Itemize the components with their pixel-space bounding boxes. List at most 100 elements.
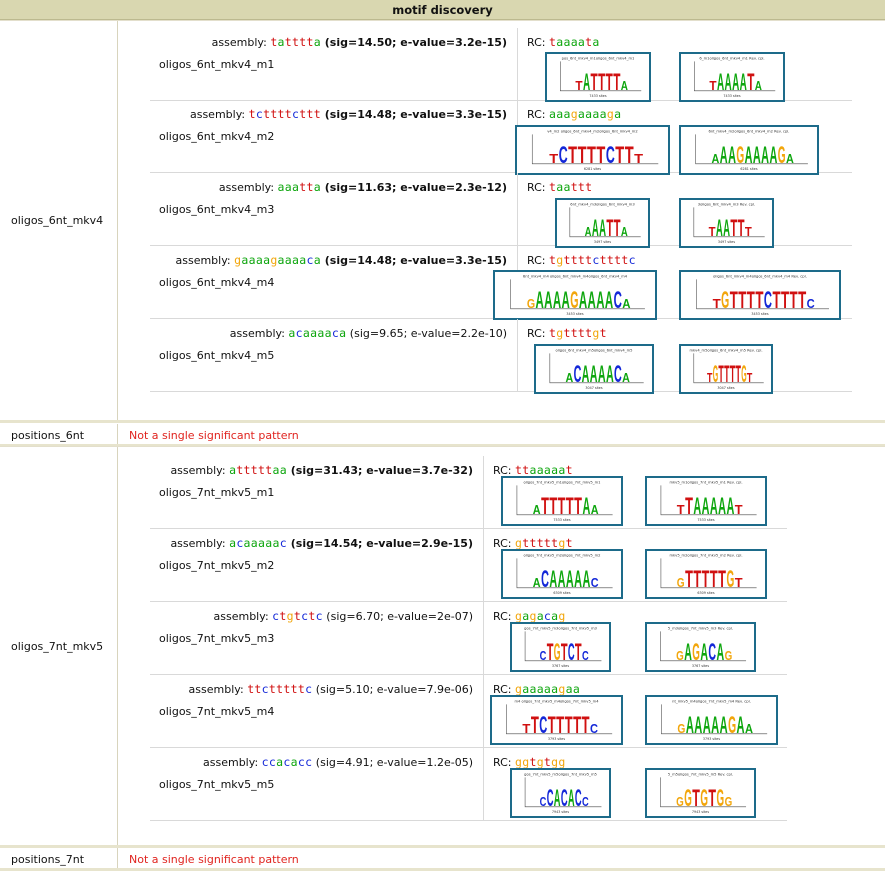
reverse-complement-line: RC: ttaaaaat — [493, 463, 573, 477]
no-pattern-message: Not a single significant pattern — [129, 853, 299, 866]
logo-letter-t: T — [575, 78, 582, 93]
rc-label: RC: — [527, 327, 549, 340]
logo-letter-t: T — [747, 69, 754, 96]
nucleotide-a: a — [279, 463, 287, 477]
logo-letter-t: T — [549, 151, 558, 166]
logo-title: 6nt_mkv4_m4 oligos_6nt_mkv4_m4oligos_6nt… — [523, 275, 628, 279]
logo-title: nt_mkv5_m4oligos_7nt_mkv5_m4 Rev. cpl. — [672, 700, 751, 704]
rc-sequence: gaaaaagaa — [515, 682, 580, 696]
rc-motif-logo[interactable]: 3oligos_6nt_mkv4_m3 Rev. cpl. T A A T T T 3497 … — [679, 198, 774, 248]
nucleotide-a: a — [241, 253, 249, 267]
reverse-complement-line: RC: aaagaaaaga — [527, 107, 621, 121]
logo-letter-t: T — [547, 639, 554, 666]
assembly-sequence: tatttta — [270, 35, 321, 49]
logo-letter-t: T — [707, 370, 713, 385]
motif-logo[interactable]: oligos_7nt_mkv5_m1oligos_7nt_mkv5_m1 A T T T… — [501, 476, 623, 526]
rc-motif-logo[interactable]: mkv5_m2oligos_7nt_mkv5_m2 Rev. cpl. G T T T T… — [645, 549, 767, 599]
rc-motif-logo[interactable]: 5_m3oligos_7nt_mkv5_m3 Rev. cpl. G A G A C A G 3… — [645, 622, 756, 672]
rc-sequence: tgttttcttttc — [549, 253, 636, 267]
logo-letter-t: T — [738, 215, 745, 242]
logo-sites: 3767 sites — [552, 664, 569, 668]
motif-logo[interactable]: oligos_6nt_mkv4_m5oligos_6nt_mkv4_m5 A C A A… — [534, 344, 654, 394]
reverse-complement-line: RC: gtttttgt — [493, 536, 573, 550]
rc-motif-logo[interactable]: mkv4_m5oligos_6nt_mkv4_m5 Rev. cpl. T G T T T… — [679, 344, 773, 394]
rc-motif-logo[interactable]: 5_m5oligos_7nt_mkv5_m5 Rev. cpl. G G T G T G G 7… — [645, 768, 756, 818]
logo-letter-a: A — [710, 493, 718, 520]
logo-letter-a: A — [590, 361, 598, 388]
nucleotide-c: c — [261, 755, 269, 769]
rc-motif-logo[interactable]: nt_mkv5_m4oligos_7nt_mkv5_m4 Rev. cpl. G A… — [645, 695, 778, 745]
rc-motif-logo[interactable]: oligos_6nt_mkv4_m4oligos_6nt_mkv4_m4 Rev… — [679, 270, 841, 320]
motif-logo[interactable]: pos_6nt_mkv4_m1oligos_6nt_mkv4_m1 T A T T T T A… — [545, 52, 651, 102]
assembly-label: assembly: — [175, 254, 235, 267]
logo-letter-a: A — [533, 502, 541, 517]
motif-logo[interactable]: v4_m2 oligos_6nt_mkv4_m2oligos_6nt_mkv4_… — [515, 125, 670, 175]
assembly-line: assembly: ctgtctc (sig=6.70; e-value=2e-… — [214, 609, 473, 623]
logo-letter-a: A — [755, 78, 762, 93]
logo-letter-a: A — [694, 712, 702, 739]
logo-letter-a: A — [726, 493, 734, 520]
motif-logo[interactable]: 6nt_mkv4_m4 oligos_6nt_mkv4_m4oligos_6nt… — [493, 270, 657, 320]
logo-letter-c: C — [540, 648, 547, 663]
assembly-sequence: gaaaagaaaaca — [234, 253, 321, 267]
logo-letter-a: A — [712, 151, 720, 166]
logo-sites: 6281 sites — [740, 167, 757, 171]
nucleotide-t: t — [313, 107, 321, 121]
logo-letter-c: C — [614, 287, 622, 314]
logo-letter-a: A — [622, 296, 630, 311]
logo-letter-t: T — [718, 361, 724, 388]
logo-letter-c: C — [575, 785, 582, 812]
logo-letter-c: C — [582, 648, 589, 663]
logo-title: v4_m2 oligos_6nt_mkv4_m2oligos_6nt_mkv4_… — [547, 130, 637, 134]
nucleotide-t: t — [536, 536, 544, 550]
logo-letter-t: T — [708, 785, 716, 812]
nucleotide-t: t — [599, 326, 607, 340]
logo-letter-a: A — [621, 78, 628, 93]
nucleotide-t: t — [290, 682, 298, 696]
logo-letter-a: A — [605, 287, 613, 314]
logo-letter-c: C — [539, 712, 547, 739]
logo-title: oligos_6nt_mkv4_m4oligos_6nt_mkv4_m4 Rev… — [713, 275, 807, 279]
logo-letter-t: T — [755, 287, 763, 314]
logo-title: mkv5_m1oligos_7nt_mkv5_m1 Rev. cpl. — [669, 481, 742, 485]
rc-motif-logo[interactable]: mkv5_m1oligos_7nt_mkv5_m1 Rev. cpl. T T A A A… — [645, 476, 767, 526]
logo-letter-t: T — [575, 639, 582, 666]
logo-sites: 7943 sites — [552, 810, 569, 814]
rc-motif-logo[interactable]: 6nt_mkv4_m2oligos_6nt_mkv4_m2 Rev. cpl. A… — [679, 125, 819, 175]
motif-logo[interactable]: m4 oligos_7nt_mkv5_m4oligos_7nt_mkv5_m4 T… — [490, 695, 623, 745]
logo-letter-t: T — [724, 361, 730, 388]
section-label: oligos_6nt_mkv4 — [0, 21, 118, 420]
assembly-line: assembly: ccacacc (sig=4.91; e-value=1.2… — [203, 755, 473, 769]
logo-letter-t: T — [735, 502, 743, 517]
column-divider — [517, 28, 518, 100]
motif-logo[interactable]: oligos_7nt_mkv5_m2oligos_7nt_mkv5_m2 A C A A… — [501, 549, 623, 599]
logo-letter-t: T — [709, 78, 716, 93]
logo-letter-t: T — [798, 287, 806, 314]
reverse-complement-line: RC: gagacag — [493, 609, 566, 623]
rc-motif-logo[interactable]: 6_m1oligos_6nt_mkv4_m1 Rev. cpl. T A A A A T A 7… — [679, 52, 785, 102]
logo-letter-a: A — [717, 69, 724, 96]
nucleotide-g: g — [558, 536, 566, 550]
motif-logo[interactable]: gos_7nt_mkv5_m3oligos_7nt_mkv5_m3 C T G T C T C… — [510, 622, 611, 672]
logo-letter-a: A — [745, 721, 753, 736]
nucleotide-a: a — [599, 107, 607, 121]
nucleotide-c: c — [236, 536, 244, 550]
logo-title: 5_m3oligos_7nt_mkv5_m3 Rev. cpl. — [668, 627, 733, 631]
logo-letter-t: T — [692, 785, 700, 812]
motif-logo[interactable]: gos_7nt_mkv5_m5oligos_7nt_mkv5_m5 C C A C A C C… — [510, 768, 611, 818]
assembly-sequence: acaaaaca — [288, 326, 346, 340]
nucleotide-g: g — [558, 755, 566, 769]
nucleotide-t: t — [293, 609, 302, 623]
logo-letter-t: T — [613, 69, 620, 96]
logo-sites: 3047 sites — [717, 386, 734, 390]
logo-letter-a: A — [565, 370, 573, 385]
column-divider — [483, 675, 484, 747]
logo-letter-t: T — [566, 493, 574, 520]
logo-letter-a: A — [716, 215, 723, 242]
motif-logo[interactable]: 6nt_mkv4_m3oligos_6nt_mkv4_m3 A A A T T A 3497 … — [555, 198, 650, 248]
logo-letter-a: A — [761, 142, 769, 169]
logo-title: 5_m5oligos_7nt_mkv5_m5 Rev. cpl. — [668, 773, 733, 777]
assembly-label: assembly: — [213, 610, 273, 623]
logo-letter-c: C — [559, 142, 568, 169]
logo-letter-a: A — [568, 785, 575, 812]
